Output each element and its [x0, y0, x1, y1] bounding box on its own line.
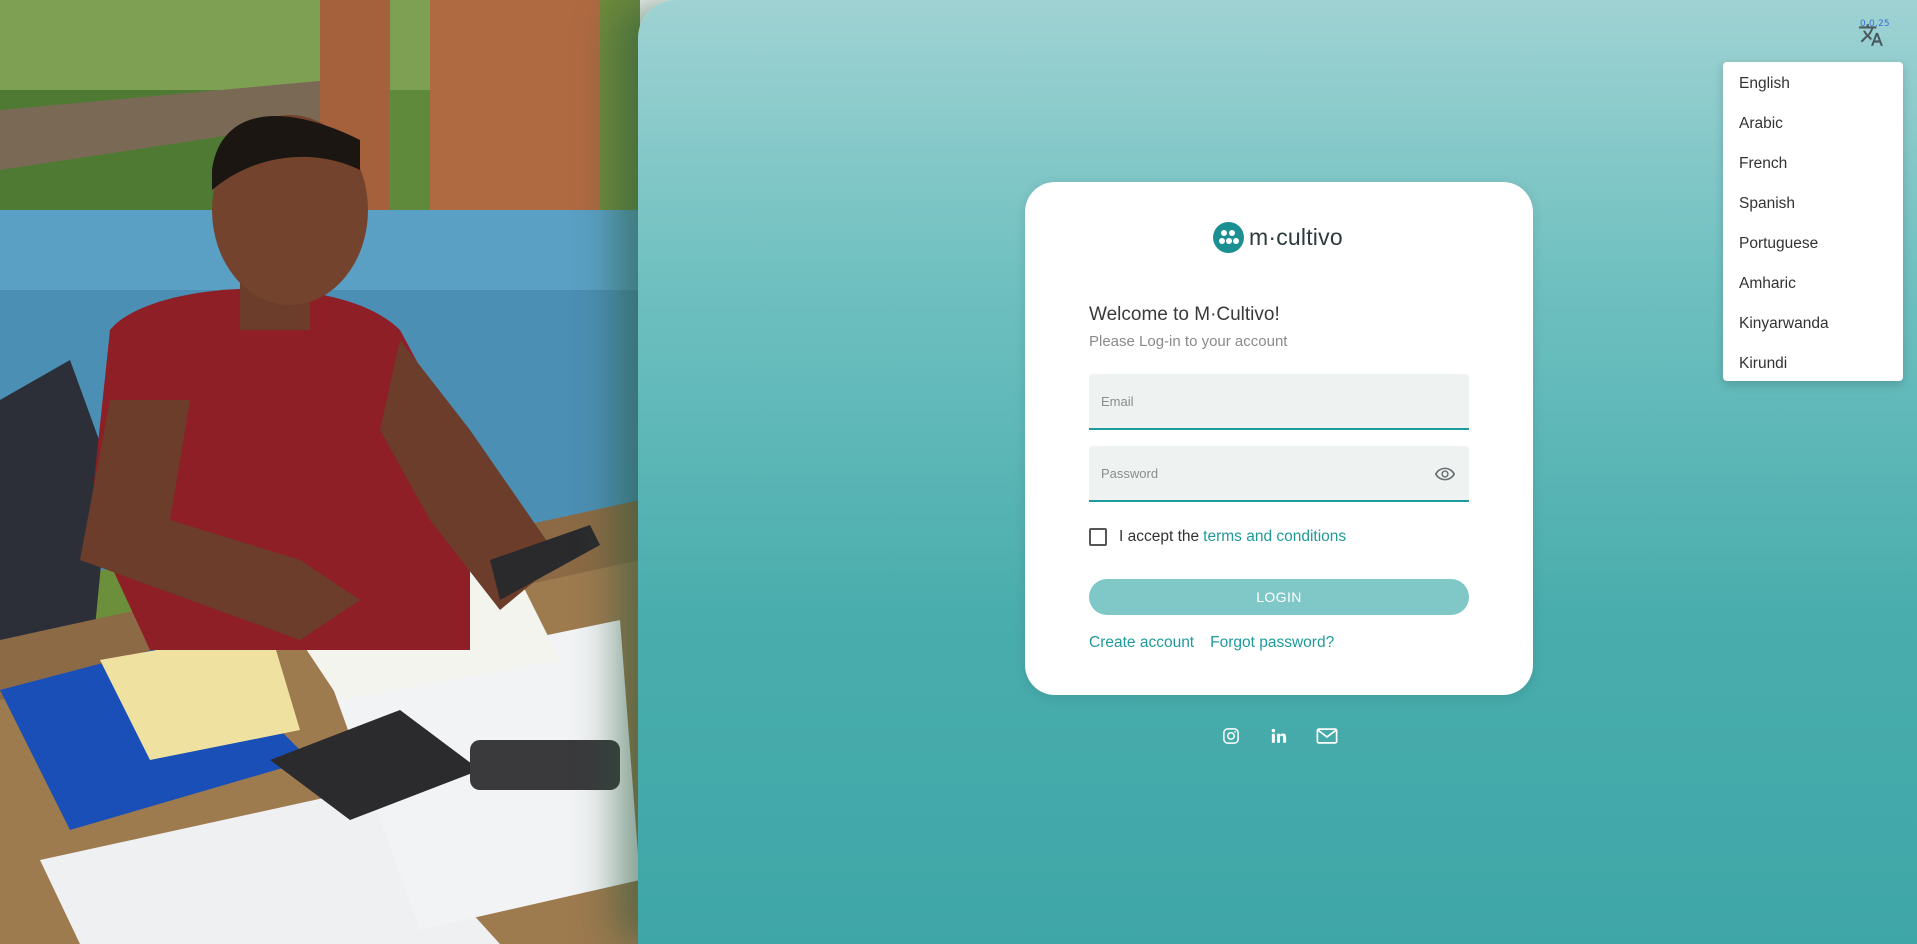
create-account-link[interactable]: Create account — [1089, 634, 1194, 652]
hero-photo — [0, 0, 640, 944]
farmer-using-phone-image — [0, 0, 640, 944]
language-option-french[interactable]: French — [1723, 144, 1903, 184]
login-card: m·cultivo Welcome to M·Cultivo! Please L… — [1025, 182, 1533, 695]
language-option-kirundi[interactable]: Kirundi — [1723, 344, 1903, 384]
linkedin-icon[interactable] — [1268, 725, 1290, 747]
terms-link[interactable]: terms and conditions — [1203, 528, 1346, 546]
terms-checkbox[interactable] — [1089, 528, 1107, 546]
terms-prefix-label: I accept the — [1119, 528, 1200, 545]
show-password-icon[interactable] — [1433, 462, 1457, 486]
login-button[interactable]: LOGIN — [1089, 579, 1469, 615]
password-field-container — [1089, 446, 1469, 502]
page-title: Welcome to M·Cultivo! — [1089, 304, 1280, 325]
language-option-amharic[interactable]: Amharic — [1723, 264, 1903, 304]
translate-icon — [1858, 22, 1884, 53]
language-option-spanish[interactable]: Spanish — [1723, 184, 1903, 224]
terms-row: I accept the terms and conditions — [1089, 528, 1346, 546]
email-input[interactable] — [1089, 374, 1469, 428]
brand-logo: m·cultivo — [1213, 221, 1343, 253]
language-option-portuguese[interactable]: Portuguese — [1723, 224, 1903, 264]
page-subtitle: Please Log-in to your account — [1089, 333, 1288, 350]
language-menu: English Arabic French Spanish Portuguese… — [1723, 62, 1903, 381]
email-field-container — [1089, 374, 1469, 430]
language-option-english[interactable]: English — [1723, 64, 1903, 104]
logo-text: m·cultivo — [1249, 223, 1343, 250]
language-option-kinyarwanda[interactable]: Kinyarwanda — [1723, 304, 1903, 344]
forgot-password-link[interactable]: Forgot password? — [1210, 634, 1334, 652]
language-toggle-button[interactable] — [1856, 22, 1886, 52]
social-links — [1220, 725, 1338, 747]
password-input[interactable] — [1089, 446, 1469, 500]
account-links: Create account Forgot password? — [1089, 634, 1334, 652]
language-option-arabic[interactable]: Arabic — [1723, 104, 1903, 144]
email-icon[interactable] — [1316, 725, 1338, 747]
logo-mark-icon — [1213, 221, 1244, 253]
instagram-icon[interactable] — [1220, 725, 1242, 747]
